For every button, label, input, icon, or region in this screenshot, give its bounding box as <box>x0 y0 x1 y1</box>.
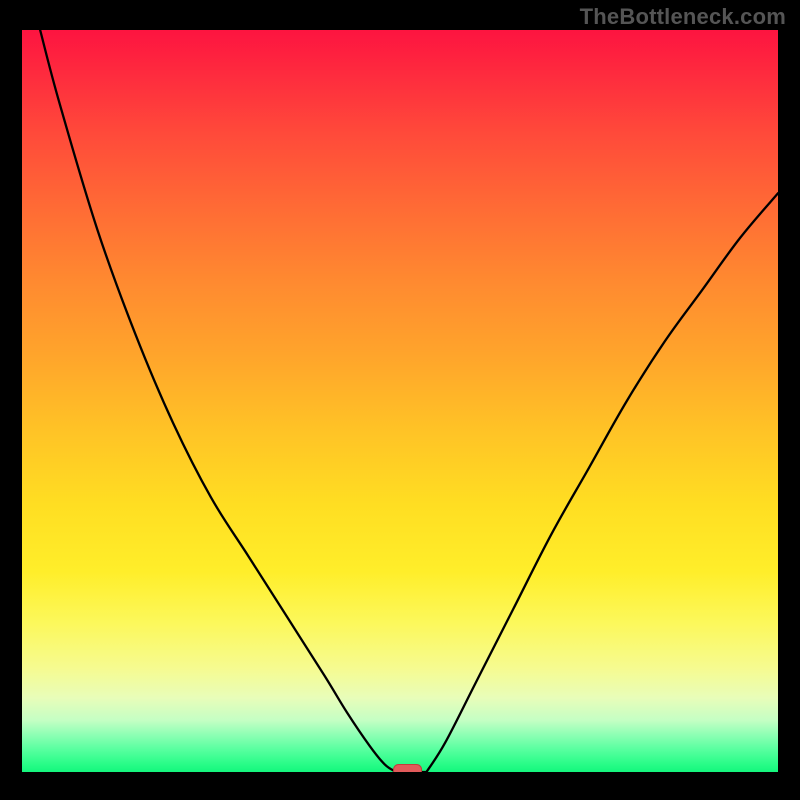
chart-frame: TheBottleneck.com <box>0 0 800 800</box>
bottleneck-curve <box>40 30 778 772</box>
plot-svg <box>22 30 778 772</box>
curve-left-path <box>40 30 396 772</box>
plot-area <box>22 30 778 772</box>
bottleneck-marker <box>394 765 422 773</box>
watermark-text: TheBottleneck.com <box>580 4 786 30</box>
curve-right-path <box>426 193 778 772</box>
